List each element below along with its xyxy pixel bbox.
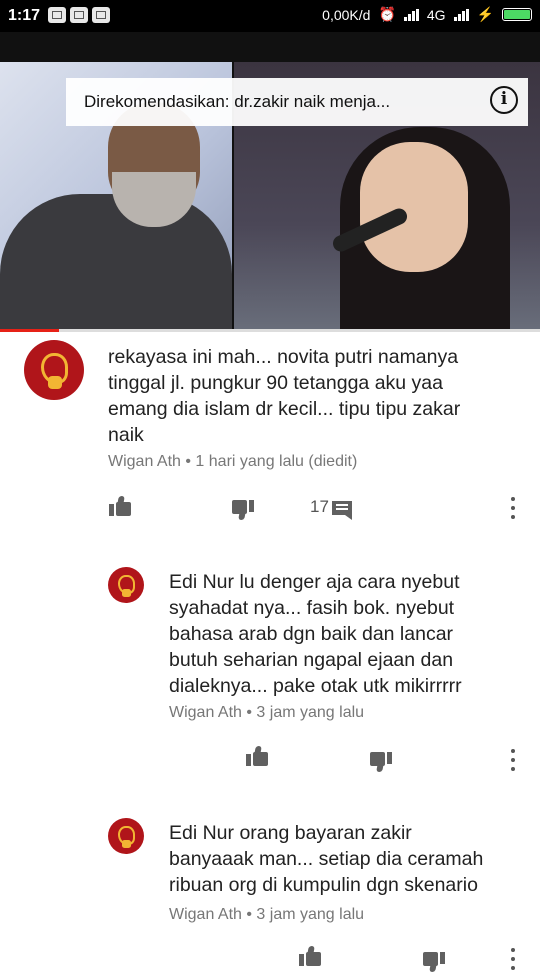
bbm-icon [48, 7, 66, 23]
avatar[interactable] [108, 567, 144, 603]
dislike-icon[interactable] [422, 952, 445, 972]
comment-line: butuh seharian ngapal ejaan dan [169, 649, 454, 671]
info-icon[interactable]: i [490, 86, 518, 114]
status-bar: 1:17 0,00K/d ⏰ 4G ⚡ [0, 0, 540, 32]
status-right: 0,00K/d ⏰ 4G ⚡ [322, 6, 532, 23]
video-progress-fill [0, 329, 60, 332]
comment-line: tinggal jl. pungkur 90 tetangga aku yaa [108, 372, 443, 394]
like-icon[interactable] [246, 746, 269, 766]
bbm-icon [92, 7, 110, 23]
reply-text: Edi Nur orang bayaran zakir banyaaak man… [169, 820, 483, 898]
signal-icon [403, 8, 419, 21]
reply-count[interactable]: 17 [310, 497, 329, 517]
comment-line: ribuan org di kumpulin dgn skenario [169, 874, 478, 896]
charging-icon: ⚡ [476, 6, 494, 22]
alarm-icon: ⏰ [378, 6, 396, 22]
status-time: 1:17 [8, 7, 41, 24]
video-progress-bar[interactable] [0, 329, 540, 332]
comment-line: Edi Nur orang bayaran zakir [169, 822, 412, 844]
network-speed: 0,00K/d [322, 6, 371, 23]
dislike-icon[interactable] [232, 500, 255, 520]
comment-meta: Wigan Ath • 3 jam yang lalu [169, 704, 365, 721]
comment-text: rekayasa ini mah... novita putri namanya… [108, 344, 460, 448]
comment-line: Edi Nur lu denger aja cara nyebut [169, 571, 460, 593]
comment-line: bahasa arab dgn baik dan lancar [169, 623, 454, 645]
network-type: 4G [426, 6, 446, 23]
reply-text: Edi Nur lu denger aja cara nyebut syahad… [169, 569, 462, 699]
dislike-icon[interactable] [369, 752, 392, 772]
comment-meta: Wigan Ath • 1 hari yang lalu (diedit) [108, 453, 358, 470]
signal-icon-2 [453, 8, 469, 21]
comment-line: rekayasa ini mah... novita putri namanya [108, 346, 459, 368]
recommendation-banner[interactable]: Direkomendasikan: dr.zakir naik menja...… [66, 78, 528, 126]
reply-icon[interactable] [331, 501, 352, 520]
comment-line: naik [108, 424, 144, 446]
bbm-icon [70, 7, 88, 23]
comment-line: syahadat nya... fasih bok. nyebut [169, 597, 455, 619]
more-options-icon[interactable] [511, 749, 515, 771]
recommendation-title[interactable]: Direkomendasikan: dr.zakir naik menja... [84, 92, 390, 112]
comment-line: banyaaak man... setiap dia ceramah [169, 848, 484, 870]
comment-line: dialeknya... pake otak utk mikirrrrr [169, 675, 462, 697]
video-player[interactable]: Direkomendasikan: dr.zakir naik menja...… [0, 32, 540, 332]
comment-meta: Wigan Ath • 3 jam yang lalu [169, 906, 365, 923]
like-icon[interactable] [299, 946, 322, 966]
more-options-icon[interactable] [511, 948, 515, 970]
audience-face [360, 142, 468, 272]
comment-line: emang dia islam dr kecil... tipu tipu za… [108, 398, 461, 420]
battery-icon [502, 8, 532, 21]
like-icon[interactable] [109, 496, 131, 516]
more-options-icon[interactable] [511, 497, 515, 519]
avatar[interactable] [24, 340, 84, 400]
avatar[interactable] [108, 818, 144, 854]
